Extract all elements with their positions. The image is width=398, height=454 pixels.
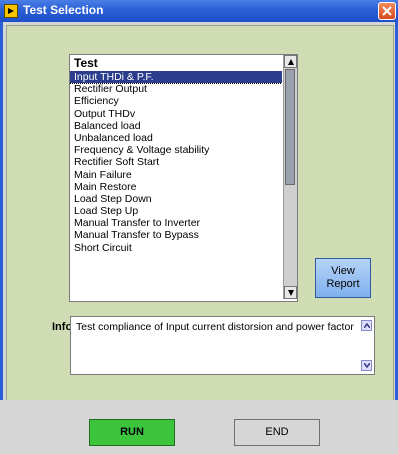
info-text: Test compliance of Input current distors… — [76, 321, 354, 333]
scroll-down-button[interactable] — [284, 286, 297, 299]
test-listbox[interactable]: Test Input THDi & P.F. Rectifier Output Ef… — [69, 54, 298, 302]
window-title: Test Selection — [23, 3, 104, 17]
list-item[interactable]: Main Restore — [70, 181, 282, 193]
scroll-thumb[interactable] — [285, 69, 295, 185]
list-item[interactable]: Efficiency — [70, 95, 282, 107]
chevron-down-icon — [364, 363, 370, 368]
view-report-button[interactable]: View Report — [315, 258, 371, 298]
close-icon — [382, 6, 392, 16]
arrow-up-icon — [288, 59, 294, 65]
list-item[interactable]: Output THDv — [70, 108, 282, 120]
list-item[interactable]: Unbalanced load — [70, 132, 282, 144]
list-item[interactable]: Rectifier Soft Start — [70, 156, 282, 168]
list-item[interactable]: Main Failure — [70, 169, 282, 181]
close-button[interactable] — [378, 2, 396, 20]
chevron-up-icon — [364, 323, 370, 328]
main-panel: Test Input THDi & P.F. Rectifier Output Ef… — [6, 25, 394, 401]
info-scroll-up-button[interactable] — [361, 320, 372, 331]
list-item[interactable]: Load Step Up — [70, 205, 282, 217]
list-items: Input THDi & P.F. Rectifier Output Efficie… — [70, 71, 282, 299]
list-item[interactable]: Manual Transfer to Inverter — [70, 217, 282, 229]
list-item[interactable]: Rectifier Output — [70, 83, 282, 95]
list-item[interactable]: Load Step Down — [70, 193, 282, 205]
list-item[interactable]: Input THDi & P.F. — [70, 71, 282, 85]
run-button[interactable]: RUN — [89, 419, 175, 446]
list-item[interactable]: Balanced load — [70, 120, 282, 132]
info-textarea[interactable]: Test compliance of Input current distors… — [70, 316, 375, 375]
arrow-down-icon — [288, 290, 294, 296]
list-item[interactable]: Manual Transfer to Bypass — [70, 229, 282, 241]
list-item[interactable]: Short Circuit — [70, 242, 282, 254]
scroll-up-button[interactable] — [284, 55, 297, 68]
info-scroll-down-button[interactable] — [361, 360, 372, 371]
title-bar[interactable]: Test Selection — [0, 0, 398, 22]
list-header: Test — [70, 55, 282, 71]
window-border-left — [0, 22, 3, 454]
list-item[interactable]: Frequency & Voltage stability — [70, 144, 282, 156]
app-icon — [4, 4, 18, 18]
list-scrollbar[interactable] — [283, 55, 297, 299]
info-scrollbar[interactable] — [361, 320, 372, 371]
end-button[interactable]: END — [234, 419, 320, 446]
bottom-bar — [0, 400, 398, 454]
